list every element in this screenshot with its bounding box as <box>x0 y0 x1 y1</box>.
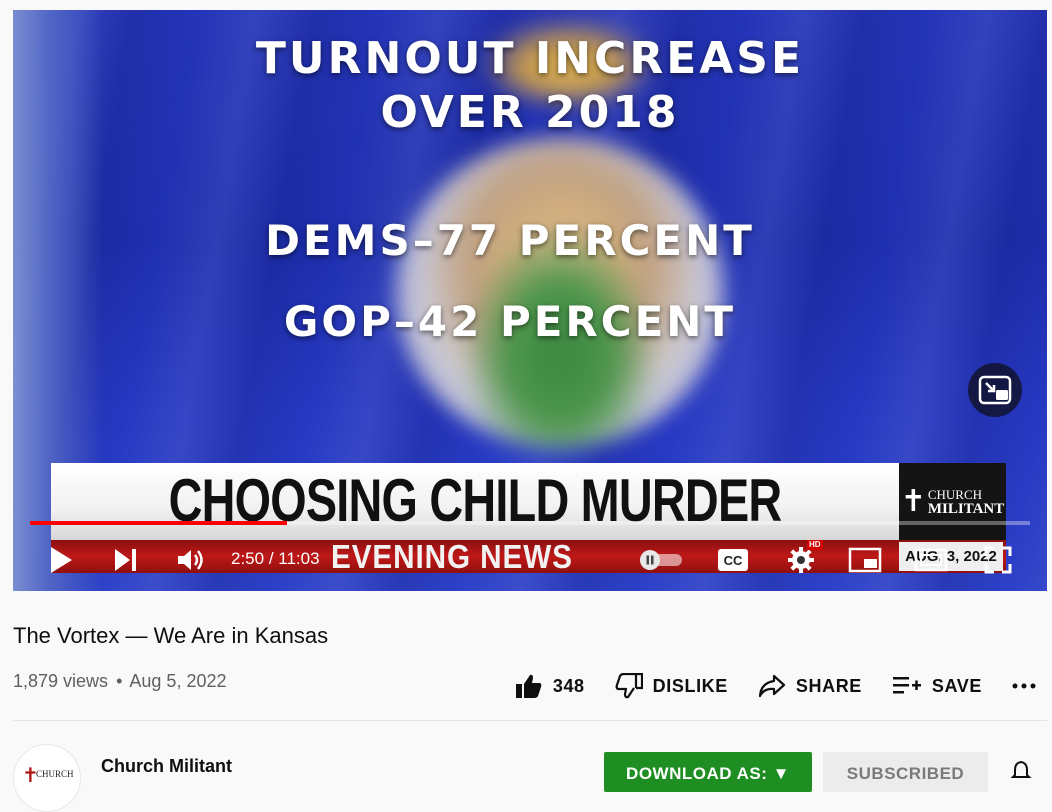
more-actions-button[interactable] <box>1012 682 1036 690</box>
play-icon <box>51 547 72 573</box>
bell-icon <box>1010 760 1032 778</box>
banner-headline: CHOOSING CHILD MURDER <box>168 467 783 534</box>
dislike-label: DISLIKE <box>652 675 728 696</box>
channel-name[interactable]: Church Militant <box>101 756 232 777</box>
share-button[interactable]: SHARE <box>758 674 862 698</box>
download-button[interactable]: DOWNLOAD AS: ▼ <box>604 752 812 792</box>
theater-icon <box>914 548 948 572</box>
time-display: 2:50 / 11:03 <box>231 540 320 580</box>
dislike-button[interactable]: DISLIKE <box>615 673 728 699</box>
share-label: SHARE <box>795 675 862 696</box>
captions-button[interactable]: CC <box>715 540 751 580</box>
thumbs-up-icon <box>515 674 542 698</box>
upload-date: Aug 5, 2022 <box>129 671 227 691</box>
settings-button[interactable]: HD <box>781 540 823 580</box>
overlay-line-1: TURNOUT INCREASE <box>255 33 805 84</box>
next-icon <box>115 549 136 571</box>
kansas-seal-image <box>395 138 725 448</box>
notification-bell-button[interactable] <box>1010 760 1032 782</box>
autoplay-toggle-icon <box>640 550 682 570</box>
playlist-add-icon <box>892 677 921 694</box>
overlay-headline: TURNOUT INCREASE OVER 2018 <box>13 32 1047 140</box>
channel-avatar[interactable]: ✝ CHURCH <box>13 744 81 812</box>
section-divider <box>13 720 1047 721</box>
cc-label: CC <box>724 553 743 568</box>
overlay-line-2: OVER 2018 <box>380 87 680 138</box>
fullscreen-button[interactable] <box>980 540 1016 580</box>
church-militant-logo: ✝ CHURCH MILITANT <box>899 463 1006 540</box>
volume-icon <box>178 550 203 570</box>
more-horizontal-icon <box>1012 683 1036 689</box>
logo-line-2: MILITANT <box>927 500 1005 517</box>
play-button[interactable] <box>43 540 79 580</box>
autoplay-toggle[interactable] <box>638 540 684 580</box>
progress-bar[interactable] <box>30 521 1030 525</box>
next-button[interactable] <box>108 540 144 580</box>
share-icon <box>758 674 785 698</box>
logo-line-1: CHURCH <box>927 486 983 502</box>
miniplayer-control[interactable] <box>847 540 883 580</box>
volume-button[interactable] <box>173 540 209 580</box>
miniplayer-small-icon <box>848 547 882 573</box>
overlay-line-4: GOP–42 PERCENT <box>283 297 737 346</box>
video-player[interactable]: TURNOUT INCREASE OVER 2018 DEMS–77 PERCE… <box>13 10 1047 591</box>
thumbs-down-icon <box>615 673 643 699</box>
hd-badge: HD <box>807 540 823 550</box>
cc-icon: CC <box>718 549 748 571</box>
subscribe-button[interactable]: SUBSCRIBED <box>823 752 988 792</box>
save-label: SAVE <box>931 675 982 696</box>
cross-icon: ✝ <box>900 484 926 518</box>
progress-played <box>30 521 287 525</box>
like-button[interactable]: 348 <box>515 673 585 699</box>
time-separator: / <box>264 549 279 568</box>
time-current: 2:50 <box>231 549 265 568</box>
overlay-line-3: DEMS–77 PERCENT <box>265 216 755 265</box>
meta-separator: • <box>116 671 123 691</box>
video-actions: 348 DISLIKE SHARE SAVE <box>485 668 1036 704</box>
miniplayer-button[interactable] <box>968 363 1022 417</box>
view-count: 1,879 views <box>13 671 109 691</box>
time-total: 11:03 <box>278 549 320 568</box>
like-count: 348 <box>552 675 585 696</box>
save-button[interactable]: SAVE <box>892 675 982 697</box>
video-meta: 1,879 views • Aug 5, 2022 <box>13 671 227 692</box>
video-title: The Vortex — We Are in Kansas <box>13 623 329 648</box>
player-controls: 2:50 / 11:03 CC HD <box>13 540 1047 580</box>
theater-mode-button[interactable] <box>913 540 949 580</box>
fullscreen-icon <box>984 546 1012 574</box>
miniplayer-icon <box>978 375 1012 405</box>
